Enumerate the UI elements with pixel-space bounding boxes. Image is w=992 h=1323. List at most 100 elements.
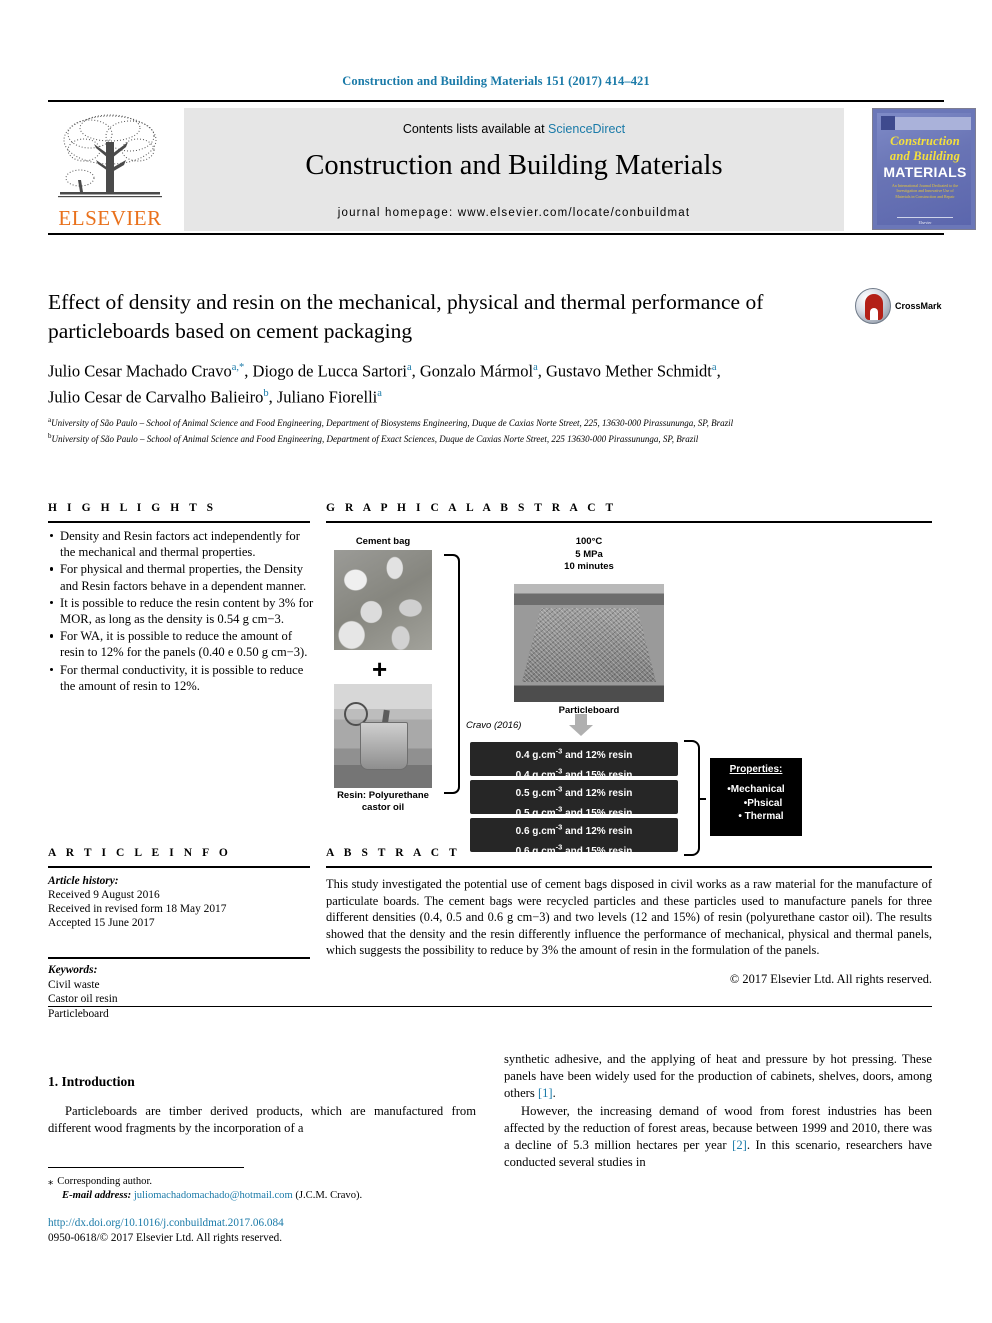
condition-temperature: 100°C bbox=[575, 536, 603, 547]
list-item: It is possible to reduce the resin conte… bbox=[48, 595, 316, 627]
author-list: Julio Cesar Machado Cravoa,*, Diogo de L… bbox=[48, 361, 721, 407]
formulation-box: 0.4 g.cm-3 and 12% resin 0.4 g.cm-3 and … bbox=[470, 742, 678, 781]
formulation-box: 0.5 g.cm-3 and 12% resin 0.5 g.cm-3 and … bbox=[470, 780, 678, 819]
list-item: For WA, it is possible to reduce the amo… bbox=[48, 628, 316, 660]
list-item: For thermal conductivity, it is possible… bbox=[48, 662, 316, 694]
source-citation: Cravo (2016) bbox=[466, 720, 522, 731]
abstract-bottom-divider bbox=[48, 1006, 932, 1008]
process-conditions: 100°C 5 MPa 10 minutes bbox=[514, 536, 664, 574]
cover-elsevier-mark bbox=[881, 116, 895, 130]
formulation-line-1: 0.6 g.cm-3 and 12% resin bbox=[515, 823, 633, 838]
highlight-text: It is possible to reduce the resin conte… bbox=[60, 595, 314, 627]
abstract-divider bbox=[326, 866, 932, 868]
resin-caption-line2: castor oil bbox=[361, 802, 405, 813]
crossmark-label: CrossMark bbox=[895, 301, 942, 311]
right-brace bbox=[684, 740, 706, 856]
affiliations: aUniversity of São Paulo – School of Ani… bbox=[48, 415, 932, 446]
history-accepted: Accepted 15 June 2017 bbox=[48, 917, 155, 929]
list-item: For physical and thermal properties, the… bbox=[48, 561, 316, 593]
affiliation-b: bUniversity of São Paulo – School of Ani… bbox=[48, 431, 699, 444]
article-history-label: Article history: bbox=[48, 875, 119, 887]
abstract-copyright: © 2017 Elsevier Ltd. All rights reserved… bbox=[729, 972, 932, 986]
elsevier-logo: ELSEVIER bbox=[48, 108, 172, 232]
formulation-line-2: 0.5 g.cm-3 and 15% resin bbox=[515, 804, 633, 819]
property-item: •Phsical bbox=[743, 797, 783, 809]
email-link[interactable]: juliomachadomachado@hotmail.com bbox=[134, 1190, 293, 1201]
cover-footer: Elsevier bbox=[918, 220, 932, 225]
article-info-heading: A R T I C L E I N F O bbox=[48, 847, 232, 859]
affiliation-a: aUniversity of São Paulo – School of Ani… bbox=[48, 416, 734, 428]
cement-bag-photo bbox=[334, 550, 432, 650]
graphical-abstract-figure: Cement bag + Resin: Polyurethane castor … bbox=[326, 532, 932, 857]
resin-caption-line1: Resin: Polyurethane bbox=[337, 790, 429, 801]
contents-prefix: Contents lists available at bbox=[402, 122, 549, 136]
citation-link[interactable]: [1] bbox=[538, 1086, 553, 1100]
highlights-divider bbox=[48, 521, 310, 523]
plus-symbol: + bbox=[372, 654, 388, 684]
keyword-item: Civil waste bbox=[48, 978, 100, 991]
history-received: Received 9 August 2016 bbox=[48, 889, 160, 901]
section-heading-introduction: 1. Introduction bbox=[48, 1074, 135, 1089]
running-head: Construction and Building Materials 151 … bbox=[342, 74, 650, 88]
corresponding-author-note: ⁎ Corresponding author. bbox=[48, 1176, 153, 1187]
article-info-divider bbox=[48, 866, 310, 868]
keywords-label: Keywords: bbox=[48, 964, 98, 976]
highlight-text: Density and Resin factors act independen… bbox=[60, 529, 300, 560]
footnote-block: ⁎ Corresponding author. E-mail address: j… bbox=[48, 1175, 476, 1202]
formulation-line-1: 0.5 g.cm-3 and 12% resin bbox=[515, 785, 633, 800]
highlight-text: For thermal conductivity, it is possible… bbox=[60, 662, 304, 693]
bullet-icon bbox=[50, 634, 54, 638]
journal-homepage-link[interactable]: journal homepage: www.elsevier.com/locat… bbox=[184, 207, 844, 219]
condition-time: 10 minutes bbox=[564, 561, 614, 572]
citation-link[interactable]: [2] bbox=[732, 1138, 747, 1152]
formulation-line-1: 0.4 g.cm-3 and 12% resin bbox=[515, 747, 633, 762]
doi-link[interactable]: http://dx.doi.org/10.1016/j.conbuildmat.… bbox=[48, 1216, 476, 1231]
elsevier-wordmark: ELSEVIER bbox=[58, 206, 162, 230]
journal-masthead: ELSEVIER Contents lists available at Sci… bbox=[48, 100, 976, 235]
bullet-icon bbox=[50, 567, 54, 571]
cover-subtitle: An International Journal Dedicated to th… bbox=[891, 183, 959, 199]
resin-photo bbox=[334, 684, 432, 788]
paragraph: synthetic adhesive, and the applying of … bbox=[504, 1052, 932, 1101]
asterisk-icon: ⁎ bbox=[48, 1176, 54, 1187]
cover-title-line-2: and Building bbox=[889, 149, 961, 163]
left-brace bbox=[444, 554, 460, 794]
cover-title-line-3: MATERIALS bbox=[883, 164, 967, 180]
graphical-abstract-heading: G R A P H I C A L A B S T R A C T bbox=[326, 502, 617, 514]
cover-title-line-1: Construction bbox=[890, 134, 960, 148]
cover-divider bbox=[897, 217, 953, 218]
keyword-item: Particleboard bbox=[48, 1007, 109, 1020]
keywords-block: Keywords: Civil waste Castor oil resin P… bbox=[48, 963, 310, 1021]
graphical-abstract-divider bbox=[326, 521, 932, 523]
cement-bag-caption: Cement bag bbox=[355, 536, 411, 547]
sciencedirect-link[interactable]: ScienceDirect bbox=[548, 122, 625, 136]
elsevier-tree-icon bbox=[54, 110, 166, 206]
properties-box: Properties: •Mechanical •Phsical • Therm… bbox=[710, 758, 802, 836]
crossmark-badge[interactable]: CrossMark bbox=[855, 288, 942, 328]
issn-copyright: 0950-0618/© 2017 Elsevier Ltd. All right… bbox=[48, 1231, 283, 1244]
keywords-divider bbox=[48, 957, 310, 959]
property-item: •Mechanical bbox=[727, 784, 785, 795]
keyword-item: Castor oil resin bbox=[48, 993, 118, 1006]
abstract-text: This study investigated the potential us… bbox=[326, 877, 932, 958]
paper-page: Construction and Building Materials 151 … bbox=[0, 0, 992, 1323]
doi-block: http://dx.doi.org/10.1016/j.conbuildmat.… bbox=[48, 1216, 476, 1245]
highlight-text: For physical and thermal properties, the… bbox=[60, 562, 307, 593]
bullet-icon bbox=[50, 600, 54, 605]
condition-pressure: 5 MPa bbox=[575, 548, 603, 560]
footnote-divider bbox=[48, 1167, 244, 1169]
highlight-text: For WA, it is possible to reduce the amo… bbox=[60, 629, 308, 660]
email-line: E-mail address: juliomachadomachado@hotm… bbox=[62, 1189, 363, 1201]
cover-topbar bbox=[883, 117, 971, 130]
body-column-left: Particleboards are timber derived produc… bbox=[48, 1103, 476, 1137]
bullet-icon bbox=[50, 534, 54, 538]
particleboard-caption: Particleboard bbox=[558, 705, 620, 716]
formulation-line-2: 0.4 g.cm-3 and 15% resin bbox=[515, 766, 633, 781]
properties-title: Properties: bbox=[729, 764, 783, 775]
property-item: • Thermal bbox=[738, 811, 784, 822]
paragraph: However, the increasing demand of wood f… bbox=[504, 1103, 932, 1170]
list-item: Density and Resin factors act independen… bbox=[48, 528, 316, 560]
article-history: Article history: Received 9 August 2016 … bbox=[48, 874, 310, 930]
journal-title: Construction and Building Materials bbox=[305, 150, 723, 181]
highlights-list: Density and Resin factors act independen… bbox=[48, 528, 316, 695]
